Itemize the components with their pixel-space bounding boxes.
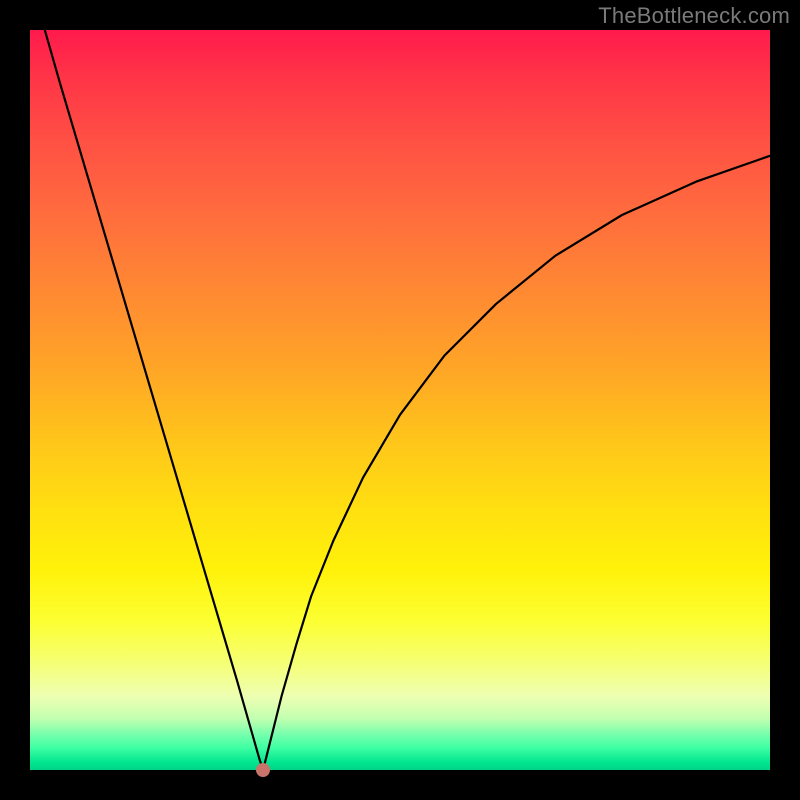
curve-right-arm [263, 156, 770, 770]
curve-svg [30, 30, 770, 770]
minimum-marker-icon [256, 763, 270, 777]
outer-black-frame: TheBottleneck.com [0, 0, 800, 800]
watermark-text: TheBottleneck.com [598, 3, 790, 29]
curve-left-arm [45, 30, 263, 770]
plot-area [30, 30, 770, 770]
